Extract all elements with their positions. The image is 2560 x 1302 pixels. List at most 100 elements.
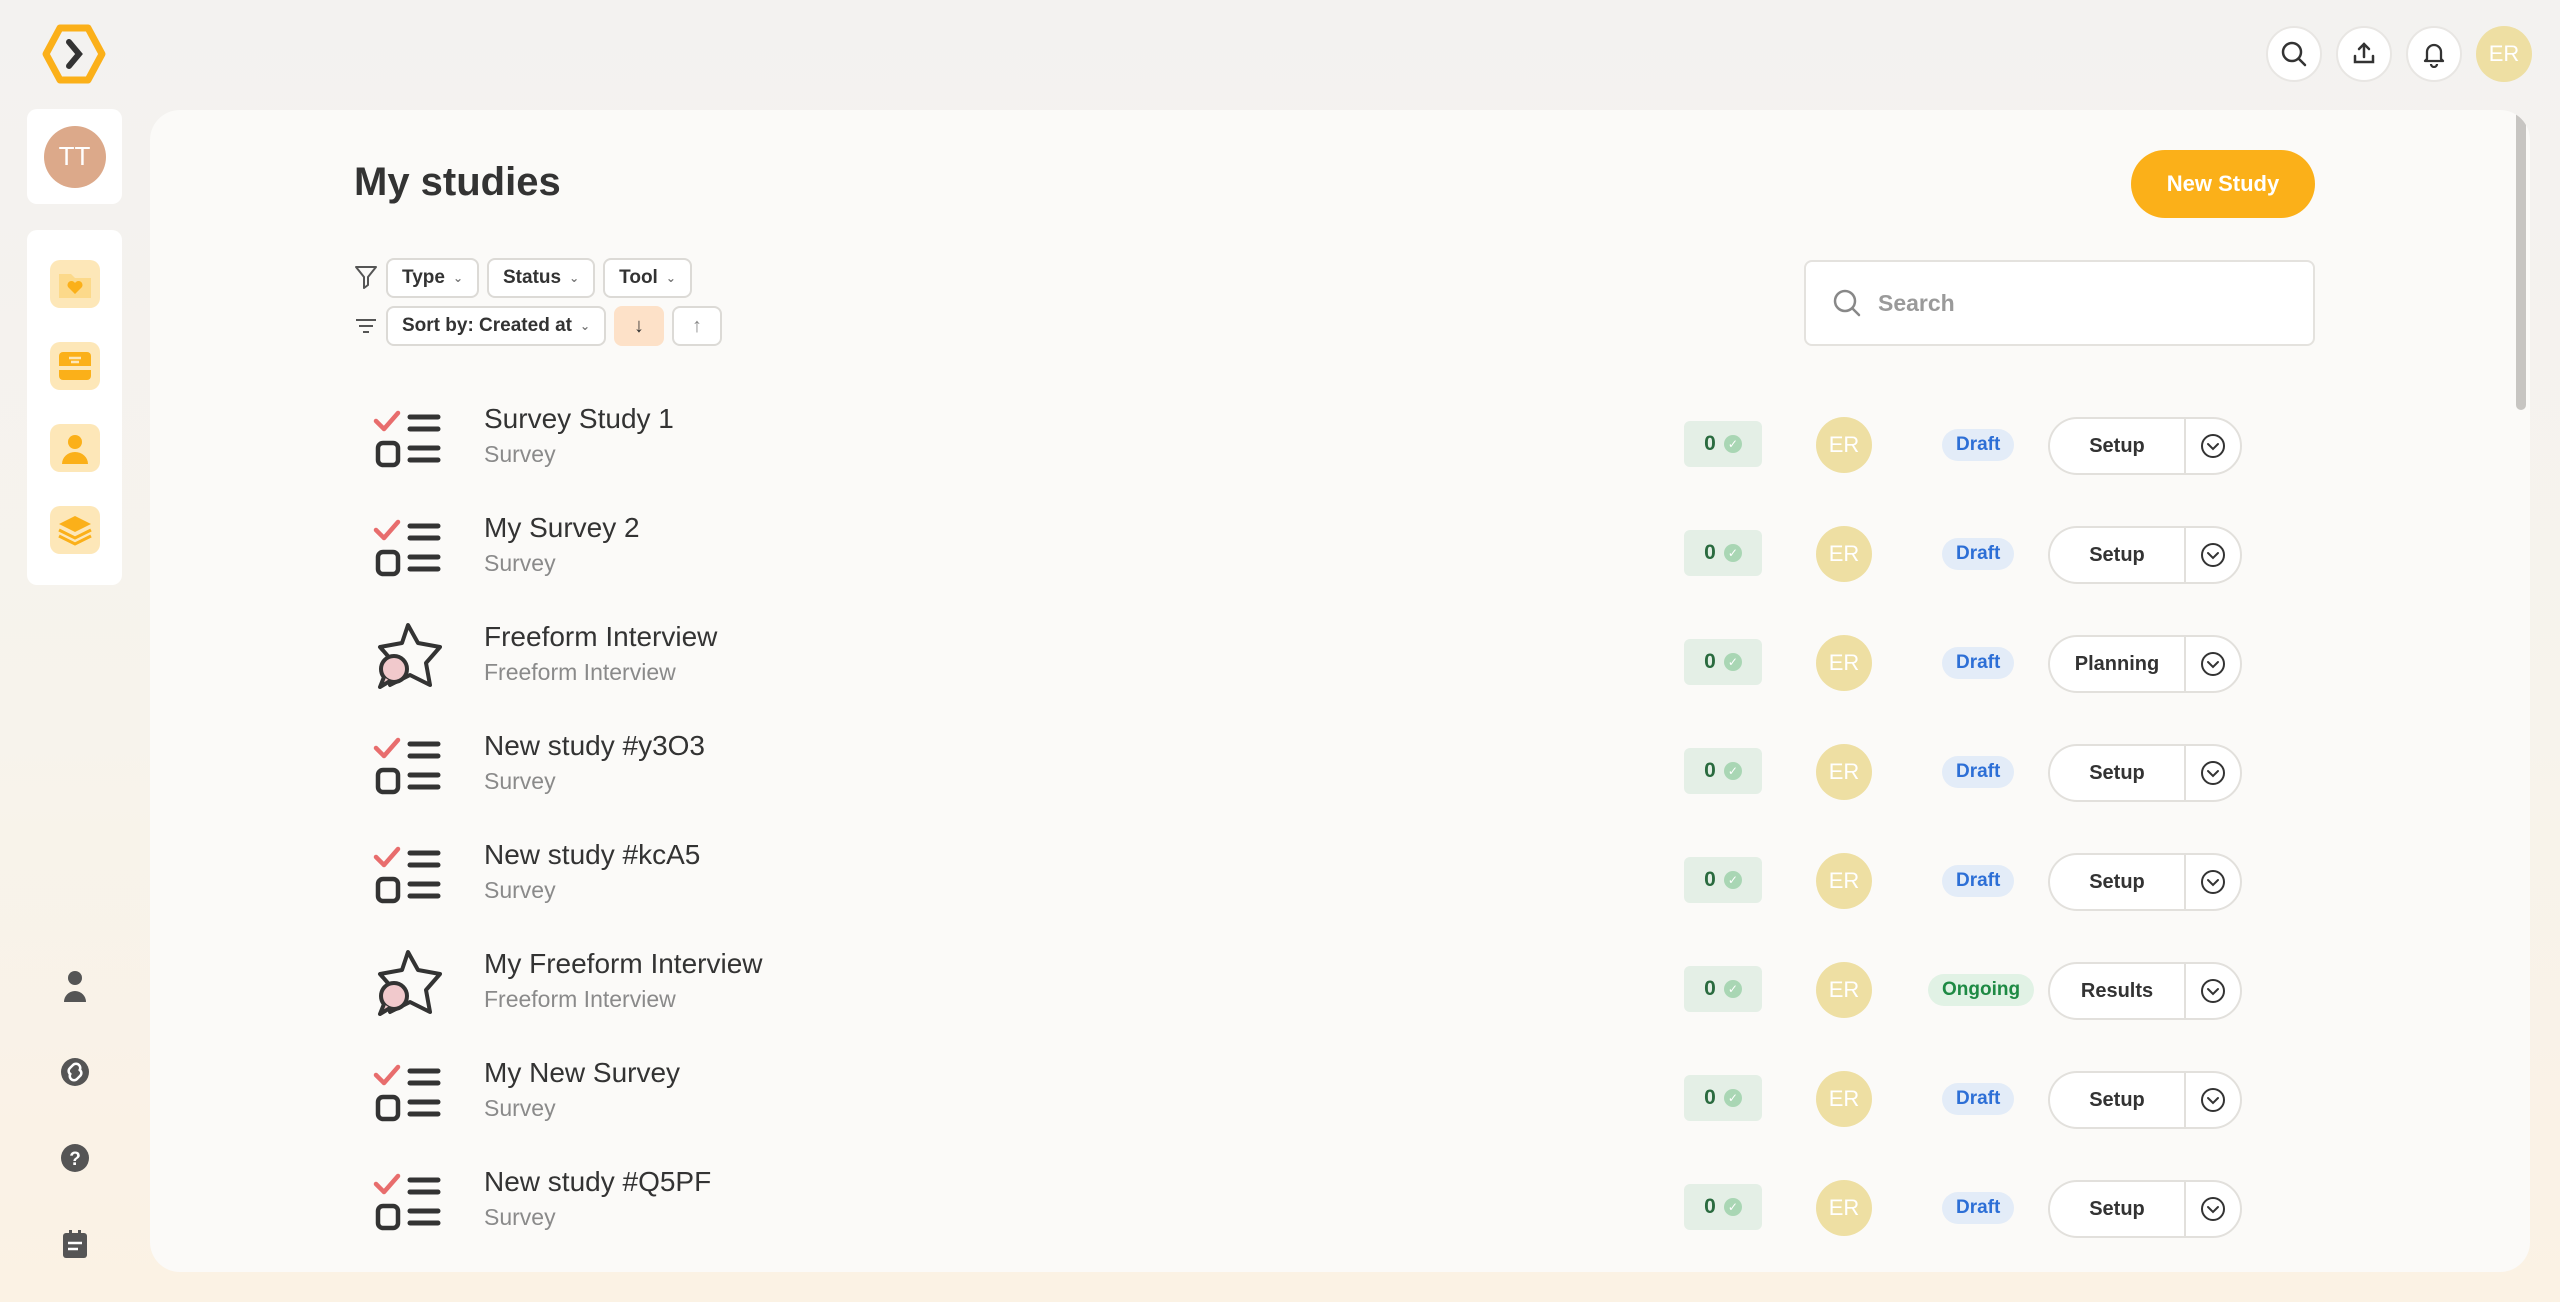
upload-icon <box>2353 42 2375 64</box>
response-count-value: 0 <box>1704 541 1716 564</box>
study-title[interactable]: My Freeform Interview <box>484 948 763 980</box>
chevron-down-icon: ⌄ <box>579 319 591 333</box>
study-row[interactable]: New study #y3O3 Survey 0 ✓ ER Draft Setup <box>350 714 2330 823</box>
workspace-avatar: TT <box>43 125 106 188</box>
study-action-button[interactable]: Setup <box>2048 526 2184 584</box>
sort-ascending-button[interactable]: ↑ <box>672 306 723 346</box>
study-action-button[interactable]: Results <box>2048 962 2184 1020</box>
tool-filter[interactable]: Tool ⌄ <box>603 258 692 298</box>
upload-button[interactable] <box>2336 26 2392 82</box>
study-row[interactable]: My New Survey Survey 0 ✓ ER Draft Setup <box>350 1041 2330 1150</box>
integrations-button[interactable] <box>57 1054 93 1090</box>
search-input[interactable] <box>1878 289 2278 317</box>
scroll-thumb[interactable] <box>2516 110 2526 410</box>
type-filter[interactable]: Type ⌄ <box>386 258 479 298</box>
account-button[interactable] <box>57 968 93 1004</box>
status-badge: Draft <box>1942 865 2015 897</box>
search-box[interactable] <box>1804 260 2315 346</box>
check-icon: ✓ <box>1723 762 1742 780</box>
owner-avatar: ER <box>1816 962 1872 1018</box>
study-row[interactable]: New study #Q5PF Survey 0 ✓ ER Draft Setup <box>350 1150 2330 1259</box>
status-filter[interactable]: Status ⌄ <box>487 258 596 298</box>
study-action-button[interactable]: Setup <box>2048 744 2184 802</box>
study-title[interactable]: My New Survey <box>484 1057 680 1089</box>
study-menu-button[interactable] <box>2184 853 2242 911</box>
check-icon: ✓ <box>1723 1089 1742 1107</box>
chevron-down-circle-icon <box>2201 761 2225 785</box>
study-action-button[interactable]: Setup <box>2048 853 2184 911</box>
sidebar-nav <box>27 230 122 585</box>
study-title[interactable]: Survey Study 1 <box>484 403 674 435</box>
chevron-down-circle-icon <box>2201 1197 2225 1221</box>
logo-icon <box>42 24 106 84</box>
study-title[interactable]: New study #kcA5 <box>484 839 700 871</box>
sidebar-item-inbox[interactable] <box>49 342 100 390</box>
workspace-card[interactable]: TT <box>27 109 122 204</box>
app-logo[interactable] <box>40 20 108 88</box>
interview-icon <box>372 946 452 1026</box>
response-count: 0 ✓ <box>1684 530 1762 576</box>
top-actions: ER <box>2266 26 2532 82</box>
check-icon: ✓ <box>1723 435 1742 453</box>
study-action-button[interactable]: Setup <box>2048 417 2184 475</box>
study-actions: Setup <box>2048 853 2242 911</box>
study-title[interactable]: New study #Q5PF <box>484 1166 711 1198</box>
response-count: 0 ✓ <box>1684 639 1762 685</box>
sidebar-item-library[interactable] <box>49 506 100 554</box>
changelog-button[interactable] <box>57 1226 93 1262</box>
layers-icon <box>57 516 92 546</box>
study-type: Survey <box>484 1095 556 1121</box>
response-count: 0 ✓ <box>1684 857 1762 903</box>
type-filter-label: Type <box>402 267 445 288</box>
owner-avatar: ER <box>1816 1180 1872 1236</box>
survey-icon <box>372 510 452 590</box>
sidebar-item-participants[interactable] <box>49 424 100 472</box>
svg-text:?: ? <box>69 1149 81 1170</box>
sort-select[interactable]: Sort by: Created at ⌄ <box>386 306 607 346</box>
study-row[interactable]: New study #kcA5 Survey 0 ✓ ER Draft Setup <box>350 823 2330 932</box>
study-actions: Setup <box>2048 1180 2242 1238</box>
response-count-value: 0 <box>1704 1195 1716 1218</box>
study-actions: Results <box>2048 962 2242 1020</box>
sort-select-label: Sort by: Created at <box>402 315 572 336</box>
notifications-button[interactable] <box>2406 26 2462 82</box>
scrollbar[interactable] <box>2514 110 2528 1272</box>
study-menu-button[interactable] <box>2184 962 2242 1020</box>
study-menu-button[interactable] <box>2184 1071 2242 1129</box>
new-study-button[interactable]: New Study <box>2131 150 2315 218</box>
study-row[interactable]: Freeform Interview Freeform Interview 0 ✓… <box>350 605 2330 714</box>
study-actions: Setup <box>2048 417 2242 475</box>
tool-filter-label: Tool <box>619 267 658 288</box>
integrations-icon <box>60 1058 89 1086</box>
status-badge: Draft <box>1942 538 2015 570</box>
survey-icon <box>372 728 452 808</box>
study-action-button[interactable]: Setup <box>2048 1071 2184 1129</box>
response-count-value: 0 <box>1704 1086 1716 1109</box>
user-avatar[interactable]: ER <box>2476 26 2532 82</box>
study-menu-button[interactable] <box>2184 1180 2242 1238</box>
study-menu-button[interactable] <box>2184 635 2242 693</box>
help-button[interactable]: ? <box>57 1140 93 1176</box>
study-title[interactable]: My Survey 2 <box>484 512 640 544</box>
response-count: 0 ✓ <box>1684 966 1762 1012</box>
help-icon: ? <box>60 1144 89 1172</box>
search-button[interactable] <box>2266 26 2322 82</box>
study-row[interactable]: My Freeform Interview Freeform Interview… <box>350 932 2330 1041</box>
study-action-button[interactable]: Setup <box>2048 1180 2184 1238</box>
status-filter-label: Status <box>503 267 562 288</box>
owner-avatar: ER <box>1816 1071 1872 1127</box>
study-row[interactable]: Survey Study 1 Survey 0 ✓ ER Draft Setup <box>350 387 2330 496</box>
owner-avatar: ER <box>1816 635 1872 691</box>
study-title[interactable]: New study #y3O3 <box>484 730 705 762</box>
study-action-button[interactable]: Planning <box>2048 635 2184 693</box>
user-icon <box>63 971 86 1002</box>
study-title[interactable]: Freeform Interview <box>484 621 717 653</box>
sort-descending-button[interactable]: ↓ <box>614 306 665 346</box>
study-menu-button[interactable] <box>2184 744 2242 802</box>
study-row[interactable]: My Survey 2 Survey 0 ✓ ER Draft Setup <box>350 496 2330 605</box>
study-menu-button[interactable] <box>2184 526 2242 584</box>
survey-icon <box>372 401 452 481</box>
filter-bar: Type ⌄ Status ⌄ Tool ⌄ Sort by: Created at ⌄… <box>354 258 723 354</box>
sidebar-item-studies[interactable] <box>49 260 100 308</box>
study-menu-button[interactable] <box>2184 417 2242 475</box>
